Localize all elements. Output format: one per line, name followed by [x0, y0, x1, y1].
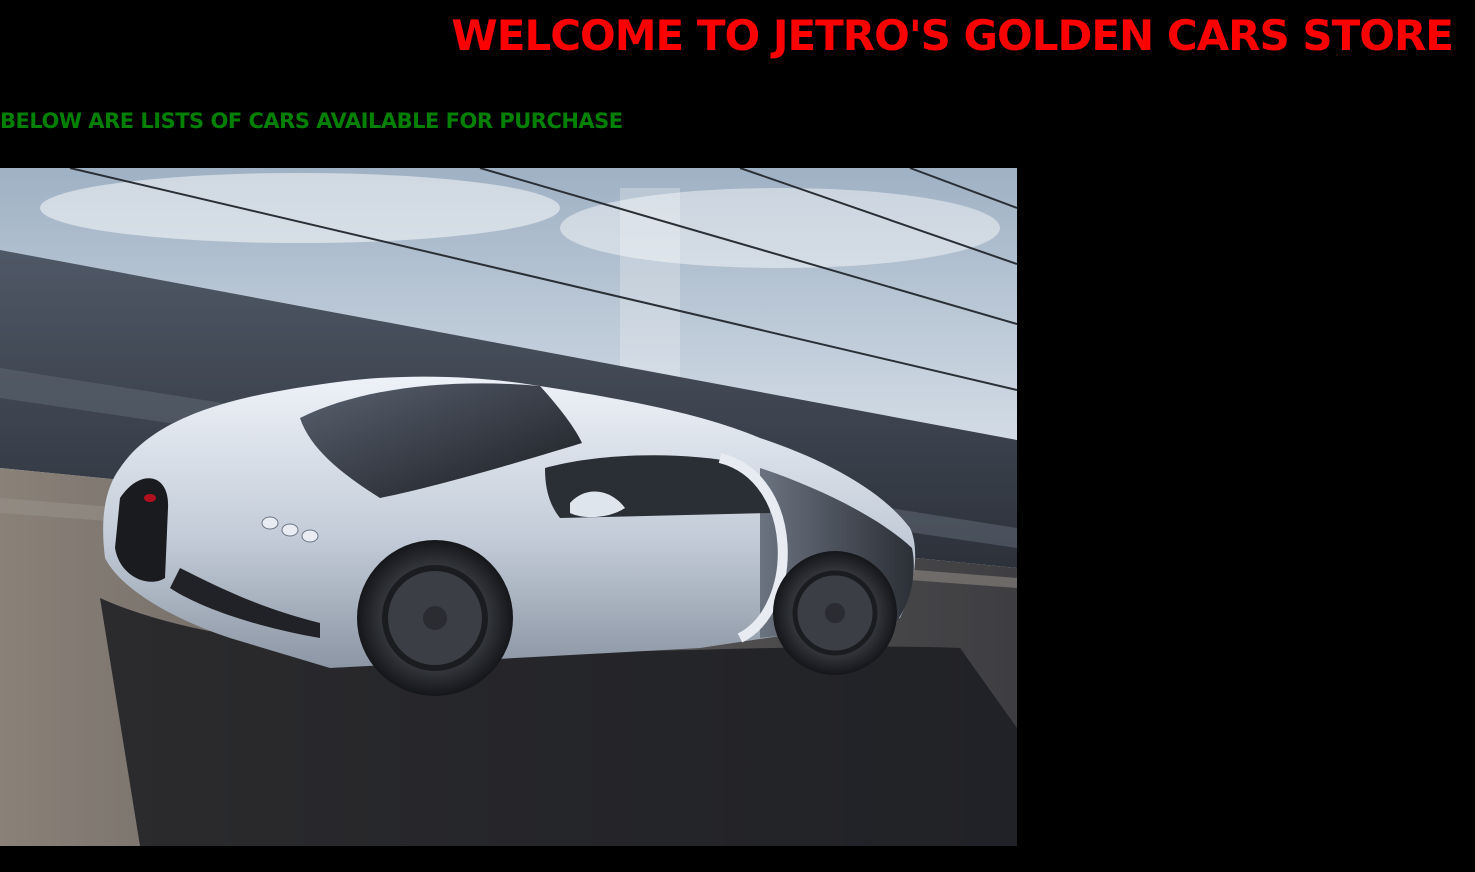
page: WELCOME TO JETRO'S GOLDEN CARS STORE BEL…: [0, 0, 1475, 872]
car-photo: [0, 168, 1017, 846]
page-title: WELCOME TO JETRO'S GOLDEN CARS STORE: [451, 11, 1454, 60]
page-subtitle: BELOW ARE LISTS OF CARS AVAILABLE FOR PU…: [0, 109, 623, 133]
